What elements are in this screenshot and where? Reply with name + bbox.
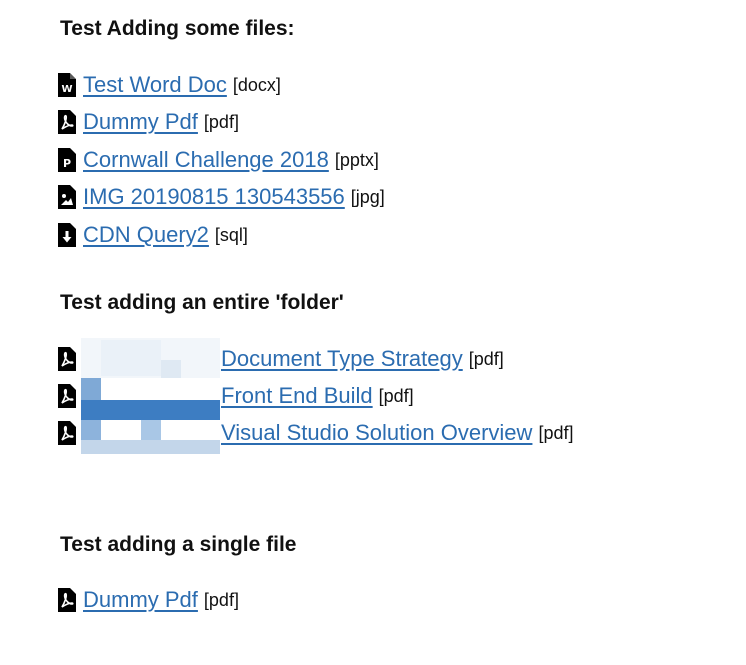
file-item: Visual Studio Solution Overview [pdf] bbox=[58, 418, 573, 448]
image-file-icon bbox=[58, 185, 76, 209]
download-file-icon bbox=[58, 223, 76, 247]
file-item: Dummy Pdf [pdf] bbox=[58, 585, 239, 615]
file-extension: [docx] bbox=[232, 75, 281, 95]
pdf-file-icon bbox=[58, 421, 76, 445]
file-extension: [sql] bbox=[214, 225, 248, 245]
file-link-test-word-doc[interactable]: Test Word Doc bbox=[83, 71, 227, 99]
page: Test Adding some files: W Test Word Doc … bbox=[0, 0, 746, 665]
pdf-file-icon bbox=[58, 384, 76, 408]
pdf-file-icon bbox=[58, 110, 76, 134]
file-extension: [pdf] bbox=[203, 112, 239, 132]
file-link-visual-studio-solution-overview[interactable]: Visual Studio Solution Overview bbox=[221, 419, 532, 447]
file-item: CDN Query2 [sql] bbox=[58, 220, 248, 250]
file-extension: [jpg] bbox=[350, 187, 385, 207]
file-link-cornwall-challenge[interactable]: Cornwall Challenge 2018 bbox=[83, 146, 329, 174]
svg-text:P: P bbox=[63, 157, 71, 170]
word-file-icon: W bbox=[58, 73, 76, 97]
section-title-adding-folder: Test adding an entire 'folder' bbox=[60, 291, 344, 314]
section-title-adding-files: Test Adding some files: bbox=[60, 17, 295, 40]
file-link-document-type-strategy[interactable]: Document Type Strategy bbox=[221, 345, 463, 373]
file-extension: [pptx] bbox=[334, 150, 379, 170]
file-extension: [pdf] bbox=[203, 590, 239, 610]
file-item: P Cornwall Challenge 2018 [pptx] bbox=[58, 145, 379, 175]
file-item: W Test Word Doc [docx] bbox=[58, 70, 281, 100]
pdf-file-icon bbox=[58, 588, 76, 612]
pdf-file-icon bbox=[58, 347, 76, 371]
file-link-dummy-pdf-single[interactable]: Dummy Pdf bbox=[83, 586, 198, 614]
file-item: IMG 20190815 130543556 [jpg] bbox=[58, 182, 385, 212]
file-item: Document Type Strategy [pdf] bbox=[58, 344, 504, 374]
powerpoint-file-icon: P bbox=[58, 148, 76, 172]
section-title-single-file: Test adding a single file bbox=[60, 533, 297, 556]
file-item: Dummy Pdf [pdf] bbox=[58, 107, 239, 137]
file-link-front-end-build[interactable]: Front End Build bbox=[221, 382, 373, 410]
file-item: Front End Build [pdf] bbox=[58, 381, 414, 411]
file-link-img-20190815[interactable]: IMG 20190815 130543556 bbox=[83, 183, 345, 211]
file-extension: [pdf] bbox=[468, 349, 504, 369]
file-link-dummy-pdf[interactable]: Dummy Pdf bbox=[83, 108, 198, 136]
svg-text:W: W bbox=[61, 84, 72, 95]
file-extension: [pdf] bbox=[538, 423, 574, 443]
file-extension: [pdf] bbox=[378, 386, 414, 406]
file-link-cdn-query2[interactable]: CDN Query2 bbox=[83, 221, 209, 249]
